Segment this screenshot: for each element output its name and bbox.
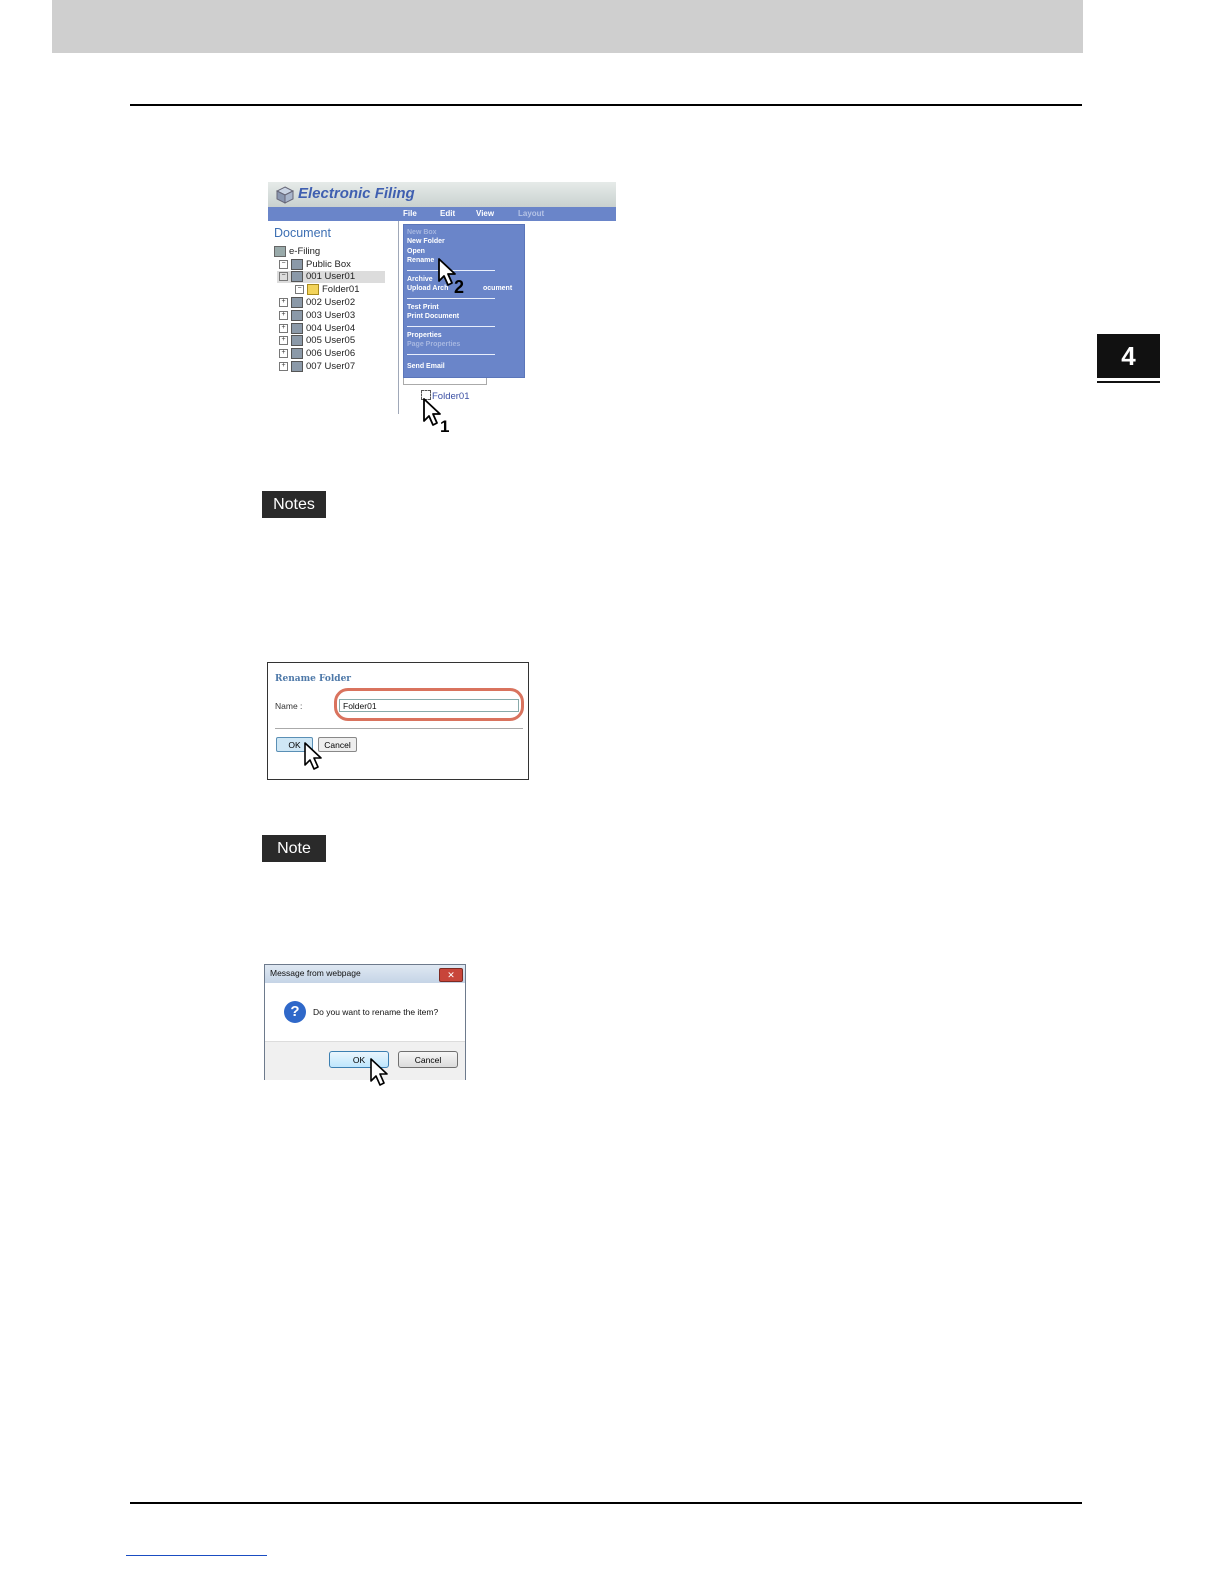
note-label: Note [262,835,326,862]
menu-separator [407,298,495,299]
menu-item-send-email[interactable]: Send Email [407,363,445,370]
menu-file[interactable]: File [403,209,417,218]
menu-item-print-document[interactable]: Print Document [407,313,459,320]
menu-separator [407,354,495,355]
tree-item-user07[interactable]: +007 User07 [279,361,355,373]
menu-layout[interactable]: Layout [518,209,544,218]
tree-item-user04[interactable]: +004 User04 [279,323,355,335]
question-icon: ? [284,1001,306,1023]
tree-item-label: 006 User06 [306,348,356,360]
collapse-icon[interactable]: − [279,260,288,269]
tree-item-user01[interactable]: − 001 User01 [279,271,355,283]
confirm-message-box: Message from webpage ✕ ? Do you want to … [264,964,466,1080]
menu-view[interactable]: View [476,209,494,218]
cube-logo-icon [276,186,294,204]
tree-item-user02[interactable]: +002 User02 [279,297,355,309]
tree-item-label: e-Filing [289,246,321,258]
pane-divider [398,221,399,414]
box-icon [291,361,303,372]
box-icon [291,259,303,270]
tree-item-label: 005 User05 [306,335,356,347]
mouse-pointer-icon [370,1058,388,1086]
cursor-callout-2-icon: 2 [438,258,464,297]
box-icon [291,297,303,308]
tree-heading: Document [274,226,331,240]
tree-item-label: 002 User02 [306,297,356,309]
tree-item-label: Folder01 [322,284,360,296]
menu-item-archive[interactable]: Archive [407,276,433,283]
collapse-icon[interactable]: − [295,285,304,294]
close-icon[interactable]: ✕ [439,968,463,982]
file-menu-dropdown: New Box New Folder Open Rename Archive U… [403,224,525,378]
name-label: Name : [275,701,303,711]
menu-item-new-box[interactable]: New Box [407,229,437,236]
menu-item-open[interactable]: Open [407,248,425,255]
header-rule [130,104,1082,106]
box-icon [291,335,303,346]
collapse-icon[interactable]: − [279,272,288,281]
menu-item-new-folder[interactable]: New Folder [407,238,445,245]
callout-number: 1 [440,417,449,435]
box-icon [291,323,303,334]
footer-rule [130,1502,1082,1504]
expand-icon[interactable]: + [279,311,288,320]
tree-item-label: 007 User07 [306,361,356,373]
menu-item-properties[interactable]: Properties [407,332,442,339]
cancel-button[interactable]: Cancel [398,1051,458,1068]
tree-item-efiling[interactable]: e-Filing [274,246,320,258]
tree-item-user05[interactable]: +005 User05 [279,335,355,347]
menu-item-rename[interactable]: Rename [407,257,434,264]
tree-item-user06[interactable]: +006 User06 [279,348,355,360]
notes-label: Notes [262,491,326,518]
tree-item-label: 001 User01 [306,271,356,283]
printer-icon [274,246,286,257]
tree-item-public-box[interactable]: − Public Box [279,259,351,271]
cursor-callout-1-icon: 1 [423,398,449,435]
tree-item-label: Public Box [306,259,351,271]
menu-item-upload-tail: ocument [483,285,513,292]
chapter-tab: 4 [1097,334,1160,378]
dialog-divider [275,728,523,729]
box-icon [291,348,303,359]
expand-icon[interactable]: + [279,324,288,333]
footer-link-underline[interactable] [126,1555,267,1556]
expand-icon[interactable]: + [279,298,288,307]
mouse-pointer-icon [304,742,322,770]
menu-item-test-print[interactable]: Test Print [407,304,439,311]
menu-item-page-properties[interactable]: Page Properties [407,341,460,348]
expand-icon[interactable]: + [279,349,288,358]
input-highlight-ring [334,688,524,721]
dialog-title: Rename Folder [275,674,352,684]
page-header-bar [52,0,1083,53]
expand-icon[interactable]: + [279,336,288,345]
menu-separator [407,326,495,327]
box-icon [291,310,303,321]
tree-item-label: 004 User04 [306,323,356,335]
chapter-tab-underline [1097,381,1160,383]
tree-item-label: 003 User03 [306,310,356,322]
menu-edit[interactable]: Edit [440,209,455,218]
tree-item-user03[interactable]: +003 User03 [279,310,355,322]
folder-icon [307,284,319,295]
ef-app-title: Electronic Filing [298,185,415,202]
expand-icon[interactable]: + [279,362,288,371]
callout-number: 2 [454,277,464,297]
message-text: Do you want to rename the item? [313,1007,439,1017]
electronic-filing-screenshot: Electronic Filing File Edit View Layout … [268,182,616,414]
box-icon [291,271,303,282]
tree-item-folder01[interactable]: − Folder01 [295,284,360,296]
message-title: Message from webpage [270,968,361,978]
